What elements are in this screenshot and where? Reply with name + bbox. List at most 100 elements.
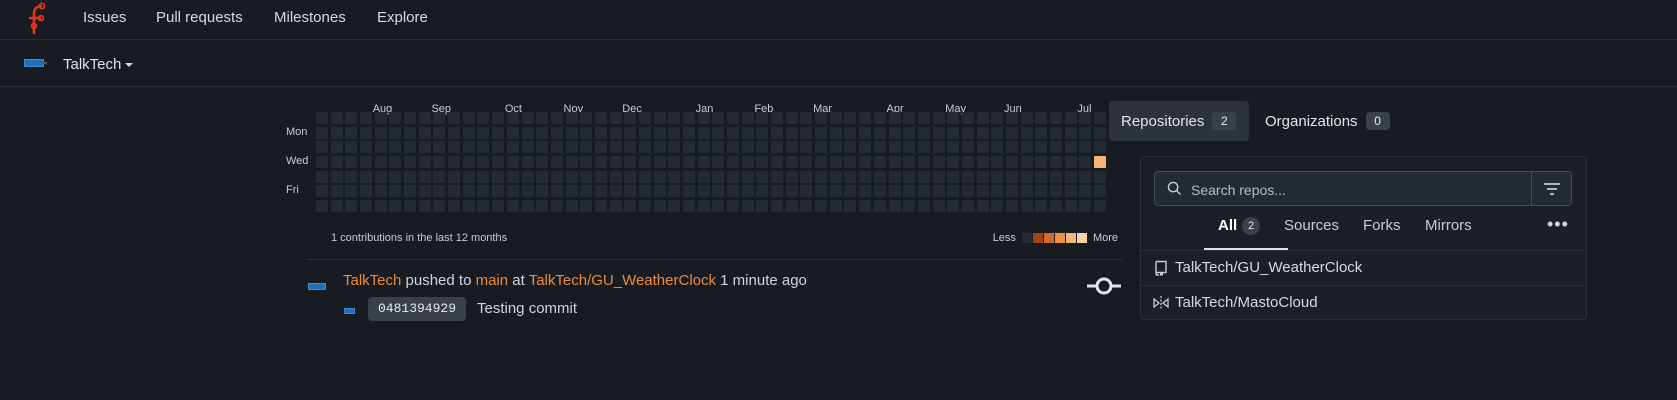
heatmap-cell[interactable] — [800, 170, 813, 183]
heatmap-cell[interactable] — [506, 200, 519, 213]
heatmap-cell[interactable] — [521, 170, 534, 183]
heatmap-cell[interactable] — [477, 126, 490, 139]
heatmap-cell[interactable] — [609, 126, 622, 139]
heatmap-cell[interactable] — [756, 112, 769, 124]
heatmap-cell[interactable] — [1079, 141, 1092, 154]
heatmap-cell[interactable] — [859, 126, 872, 139]
heatmap-cell[interactable] — [903, 185, 916, 198]
heatmap-cell[interactable] — [697, 170, 710, 183]
heatmap-cell[interactable] — [1094, 141, 1107, 154]
heatmap-cell[interactable] — [697, 112, 710, 124]
heatmap-cell[interactable] — [345, 170, 358, 183]
heatmap-cell[interactable] — [756, 126, 769, 139]
heatmap-cell[interactable] — [389, 185, 402, 198]
heatmap-cell[interactable] — [536, 156, 549, 169]
heatmap-cell[interactable] — [683, 112, 695, 124]
heatmap-cell[interactable] — [550, 141, 563, 154]
heatmap-cell[interactable] — [800, 200, 813, 213]
heatmap-cell[interactable] — [668, 170, 681, 183]
heatmap-cell[interactable] — [418, 141, 431, 154]
tab-repositories[interactable]: Repositories 2 — [1109, 101, 1249, 141]
heatmap-cell[interactable] — [785, 185, 798, 198]
heatmap-cell[interactable] — [771, 112, 784, 124]
heatmap-cell[interactable] — [903, 141, 916, 154]
heatmap-cell[interactable] — [418, 170, 431, 183]
heatmap-cell[interactable] — [668, 112, 681, 124]
heatmap-cell[interactable] — [756, 170, 769, 183]
heatmap-cell[interactable] — [1050, 126, 1062, 139]
heatmap-cell[interactable] — [565, 141, 578, 154]
heatmap-cell[interactable] — [330, 141, 343, 154]
heatmap-cell[interactable] — [756, 156, 769, 169]
heatmap-cell[interactable] — [360, 170, 373, 183]
heatmap-cell[interactable] — [903, 170, 916, 183]
heatmap-cell[interactable] — [477, 185, 490, 198]
heatmap-cell[interactable] — [565, 156, 578, 169]
heatmap-cell[interactable] — [418, 185, 431, 198]
heatmap-cell[interactable] — [873, 156, 886, 169]
heatmap-cell[interactable] — [947, 141, 960, 154]
heatmap-cell[interactable] — [580, 170, 593, 183]
heatmap-cell[interactable] — [961, 141, 974, 154]
heatmap-cell[interactable] — [741, 126, 754, 139]
heatmap-cell[interactable] — [1005, 126, 1018, 139]
heatmap-cell[interactable] — [374, 156, 387, 169]
heatmap-cell[interactable] — [976, 170, 989, 183]
heatmap-cell[interactable] — [800, 156, 813, 169]
heatmap-cell[interactable] — [829, 170, 842, 183]
heatmap-cell[interactable] — [521, 141, 534, 154]
heatmap-cell[interactable] — [609, 170, 622, 183]
heatmap-cell[interactable] — [536, 126, 549, 139]
heatmap-cell[interactable] — [374, 126, 387, 139]
heatmap-cell[interactable] — [316, 170, 328, 183]
heatmap-cell[interactable] — [1020, 200, 1033, 213]
heatmap-cell[interactable] — [609, 200, 622, 213]
heatmap-cell[interactable] — [712, 156, 725, 169]
heatmap-cell[interactable] — [815, 126, 828, 139]
heatmap-cell[interactable] — [1035, 126, 1048, 139]
heatmap-cell[interactable] — [521, 112, 534, 124]
heatmap-cell[interactable] — [668, 126, 681, 139]
heatmap-cell[interactable] — [374, 170, 387, 183]
heatmap-cell[interactable] — [638, 200, 651, 213]
heatmap-cell[interactable] — [624, 156, 637, 169]
heatmap-cell[interactable] — [374, 112, 387, 124]
heatmap-cell[interactable] — [976, 126, 989, 139]
heatmap-cell[interactable] — [580, 185, 593, 198]
heatmap-cell[interactable] — [932, 112, 945, 124]
heatmap-cell[interactable] — [697, 156, 710, 169]
heatmap-cell[interactable] — [492, 185, 505, 198]
heatmap-cell[interactable] — [389, 156, 402, 169]
heatmap-cell[interactable] — [653, 156, 666, 169]
heatmap-cell[interactable] — [462, 170, 475, 183]
heatmap-cell[interactable] — [624, 126, 637, 139]
filter-tab-all[interactable]: All 2 — [1218, 217, 1261, 245]
heatmap-cell[interactable] — [932, 170, 945, 183]
heatmap-cell[interactable] — [594, 141, 607, 154]
heatmap-cell[interactable] — [815, 170, 828, 183]
heatmap-cell[interactable] — [947, 185, 960, 198]
heatmap-cell[interactable] — [697, 141, 710, 154]
heatmap-cell[interactable] — [1064, 200, 1077, 213]
heatmap-cell[interactable] — [888, 141, 901, 154]
heatmap-cell[interactable] — [1020, 170, 1033, 183]
heatmap-cell[interactable] — [888, 112, 901, 124]
heatmap-cell[interactable] — [1005, 200, 1018, 213]
heatmap-cell[interactable] — [771, 200, 784, 213]
heatmap-cell[interactable] — [932, 156, 945, 169]
heatmap-cell[interactable] — [565, 170, 578, 183]
heatmap-cell[interactable] — [683, 170, 695, 183]
heatmap-cell[interactable] — [653, 185, 666, 198]
repo-search-input[interactable] — [1189, 172, 1523, 207]
heatmap-cell[interactable] — [991, 170, 1004, 183]
heatmap-cell[interactable] — [462, 200, 475, 213]
heatmap-cell[interactable] — [947, 126, 960, 139]
heatmap-cell[interactable] — [609, 185, 622, 198]
heatmap-cell[interactable] — [477, 170, 490, 183]
heatmap-cell[interactable] — [316, 185, 328, 198]
heatmap-cell[interactable] — [404, 112, 417, 124]
heatmap-cell[interactable] — [653, 200, 666, 213]
heatmap-cell[interactable] — [433, 141, 446, 154]
heatmap-cell[interactable] — [683, 200, 695, 213]
heatmap-cell[interactable] — [506, 185, 519, 198]
